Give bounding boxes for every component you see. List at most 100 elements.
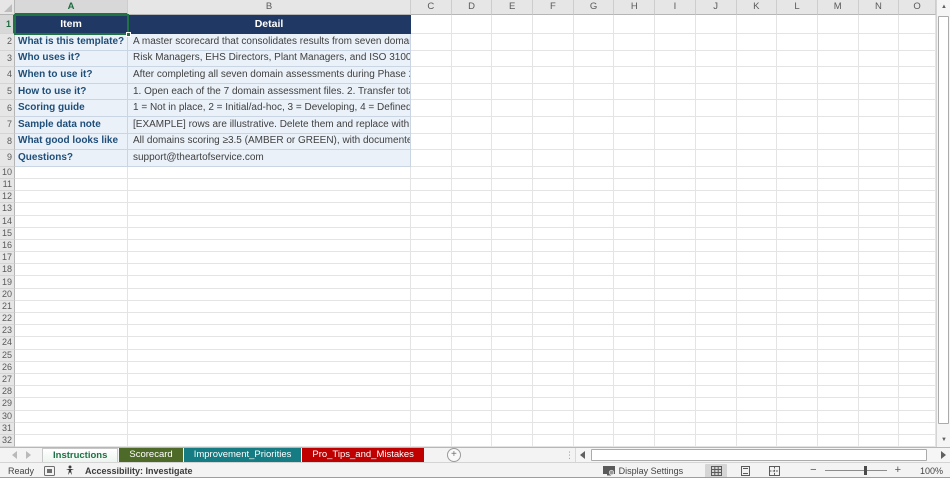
cell-G27[interactable]	[574, 374, 615, 386]
cell-F31[interactable]	[533, 423, 574, 435]
row-header-27[interactable]: 27	[0, 374, 15, 386]
cell-I3[interactable]	[655, 51, 696, 68]
cell-C27[interactable]	[411, 374, 452, 386]
cell-A16[interactable]	[15, 240, 128, 252]
cell-I15[interactable]	[655, 228, 696, 240]
cell-O24[interactable]	[899, 337, 936, 349]
cell-E28[interactable]	[492, 386, 533, 398]
cell-G14[interactable]	[574, 216, 615, 228]
cell-M11[interactable]	[818, 179, 859, 191]
column-header-B[interactable]: B	[128, 0, 411, 15]
cell-M29[interactable]	[818, 398, 859, 410]
cell-F21[interactable]	[533, 301, 574, 313]
cell-C8[interactable]	[411, 134, 452, 151]
cell-O13[interactable]	[899, 203, 936, 215]
cell-I18[interactable]	[655, 264, 696, 276]
cell-I9[interactable]	[655, 150, 696, 167]
cell-M19[interactable]	[818, 276, 859, 288]
cell-D5[interactable]	[452, 84, 493, 101]
row-header-23[interactable]: 23	[0, 325, 15, 337]
row-header-30[interactable]: 30	[0, 411, 15, 423]
cell-L23[interactable]	[777, 325, 818, 337]
cell-K23[interactable]	[737, 325, 778, 337]
macro-record-icon[interactable]	[44, 466, 55, 476]
cell-M4[interactable]	[818, 67, 859, 84]
cell-K1[interactable]	[737, 15, 778, 34]
cell-B16[interactable]	[128, 240, 411, 252]
cell-B17[interactable]	[128, 252, 411, 264]
cell-A11[interactable]	[15, 179, 128, 191]
tab-scroll-splitter[interactable]: ⋮	[565, 448, 575, 462]
cell-I19[interactable]	[655, 276, 696, 288]
column-header-L[interactable]: L	[777, 0, 818, 15]
cell-H25[interactable]	[614, 350, 655, 362]
cell-N19[interactable]	[859, 276, 900, 288]
cell-N29[interactable]	[859, 398, 900, 410]
cell-J18[interactable]	[696, 264, 737, 276]
cell-O5[interactable]	[899, 84, 936, 101]
cell-K10[interactable]	[737, 167, 778, 179]
cell-I16[interactable]	[655, 240, 696, 252]
cell-G6[interactable]	[574, 100, 615, 117]
cell-G29[interactable]	[574, 398, 615, 410]
cell-L24[interactable]	[777, 337, 818, 349]
cell-H4[interactable]	[614, 67, 655, 84]
cell-K22[interactable]	[737, 313, 778, 325]
cell-O19[interactable]	[899, 276, 936, 288]
scroll-right-button[interactable]	[937, 448, 950, 462]
cell-M16[interactable]	[818, 240, 859, 252]
zoom-out-button[interactable]: −	[806, 465, 820, 476]
cell-J13[interactable]	[696, 203, 737, 215]
cell-M3[interactable]	[818, 51, 859, 68]
cell-E31[interactable]	[492, 423, 533, 435]
cell-E2[interactable]	[492, 34, 533, 51]
cell-O20[interactable]	[899, 289, 936, 301]
column-header-H[interactable]: H	[614, 0, 655, 15]
cell-G1[interactable]	[574, 15, 615, 34]
cell-B21[interactable]	[128, 301, 411, 313]
cell-C32[interactable]	[411, 435, 452, 447]
cell-D7[interactable]	[452, 117, 493, 134]
cell-L19[interactable]	[777, 276, 818, 288]
cell-A19[interactable]	[15, 276, 128, 288]
cell-B32[interactable]	[128, 435, 411, 447]
cell-M6[interactable]	[818, 100, 859, 117]
cell-L25[interactable]	[777, 350, 818, 362]
cell-D12[interactable]	[452, 191, 493, 203]
cell-J16[interactable]	[696, 240, 737, 252]
cell-K19[interactable]	[737, 276, 778, 288]
cell-D21[interactable]	[452, 301, 493, 313]
cell-G17[interactable]	[574, 252, 615, 264]
cell-G23[interactable]	[574, 325, 615, 337]
cell-M26[interactable]	[818, 362, 859, 374]
cell-I12[interactable]	[655, 191, 696, 203]
cell-I27[interactable]	[655, 374, 696, 386]
cell-J12[interactable]	[696, 191, 737, 203]
horizontal-scrollbar-thumb[interactable]	[591, 449, 927, 461]
row-header-7[interactable]: 7	[0, 117, 15, 134]
cell-G31[interactable]	[574, 423, 615, 435]
cell-K27[interactable]	[737, 374, 778, 386]
cell-E26[interactable]	[492, 362, 533, 374]
cell-E29[interactable]	[492, 398, 533, 410]
cell-G13[interactable]	[574, 203, 615, 215]
cell-J25[interactable]	[696, 350, 737, 362]
cell-K4[interactable]	[737, 67, 778, 84]
cell-L2[interactable]	[777, 34, 818, 51]
row-header-26[interactable]: 26	[0, 362, 15, 374]
column-header-N[interactable]: N	[859, 0, 900, 15]
cell-E16[interactable]	[492, 240, 533, 252]
row-header-16[interactable]: 16	[0, 240, 15, 252]
cell-A3[interactable]: Who uses it?	[15, 51, 128, 68]
cell-O3[interactable]	[899, 51, 936, 68]
cell-F22[interactable]	[533, 313, 574, 325]
row-header-12[interactable]: 12	[0, 191, 15, 203]
cell-F20[interactable]	[533, 289, 574, 301]
cell-O23[interactable]	[899, 325, 936, 337]
cell-M1[interactable]	[818, 15, 859, 34]
cell-C1[interactable]	[411, 15, 452, 34]
cell-H1[interactable]	[614, 15, 655, 34]
cell-L7[interactable]	[777, 117, 818, 134]
cell-F1[interactable]	[533, 15, 574, 34]
cell-E17[interactable]	[492, 252, 533, 264]
